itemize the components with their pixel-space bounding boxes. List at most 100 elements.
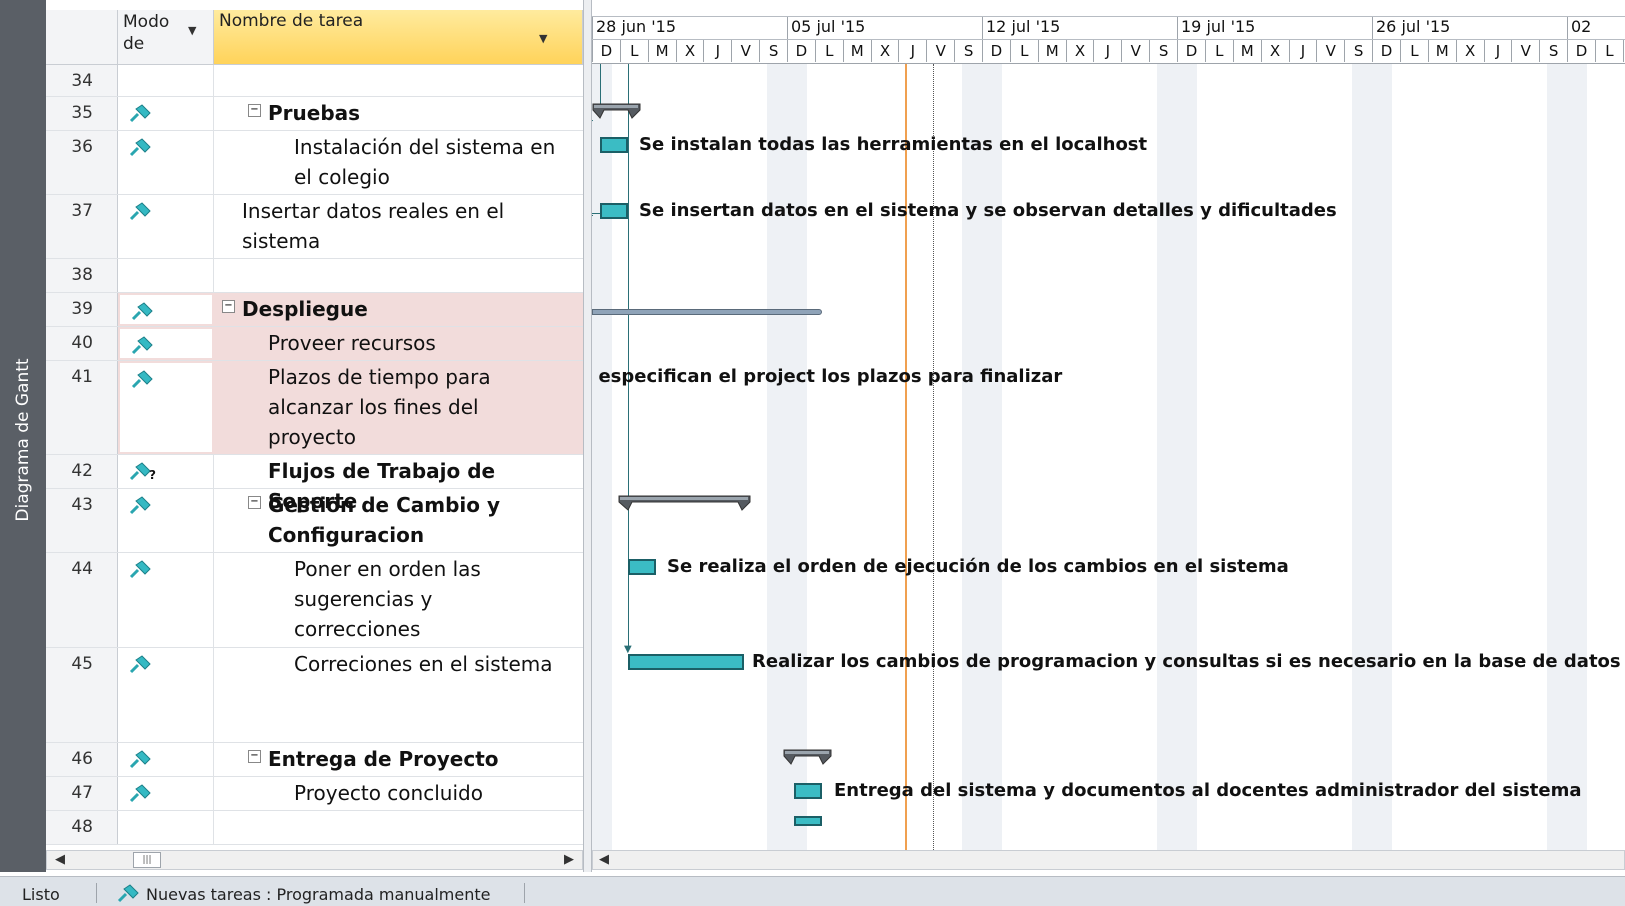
column-header-task-name[interactable]: Nombre de tarea ▼ xyxy=(214,10,583,65)
task-name-cell[interactable]: Flujos de Trabajo de Soporte xyxy=(214,455,583,513)
task-name: Plazos de tiempo para alcanzar los fines… xyxy=(268,365,491,449)
task-mode-cell[interactable] xyxy=(118,65,214,96)
day-label: L xyxy=(1009,40,1038,62)
select-all-header[interactable] xyxy=(46,10,118,65)
task-name-cell[interactable]: − Pruebas xyxy=(214,97,583,130)
task-name: Gestion de Cambio y Configuracion xyxy=(268,493,501,547)
table-row[interactable]: 39 − Despliegue xyxy=(46,293,583,327)
task-bar[interactable] xyxy=(794,816,822,826)
bar-label: Se insertan datos en el sistema y se obs… xyxy=(639,200,1337,221)
scroll-left-icon[interactable]: ◀ xyxy=(55,852,65,867)
new-tasks-mode[interactable]: Nuevas tareas : Programada manualmente xyxy=(146,885,490,904)
task-name-cell[interactable]: Correciones en el sistema xyxy=(214,648,583,742)
chevron-down-icon[interactable]: ▼ xyxy=(188,24,196,37)
task-name-cell[interactable]: − Despliegue xyxy=(214,293,583,326)
task-name-cell[interactable] xyxy=(214,259,583,292)
question-mark-icon: ? xyxy=(149,468,156,482)
task-mode-cell[interactable] xyxy=(118,743,214,776)
day-label: V xyxy=(1316,40,1344,62)
collapse-icon[interactable]: − xyxy=(222,300,235,313)
task-mode-cell[interactable] xyxy=(118,361,214,454)
scroll-thumb[interactable]: ||| xyxy=(133,852,161,868)
task-bar[interactable] xyxy=(628,654,744,670)
task-name: Despliegue xyxy=(242,297,368,321)
weekend-shade xyxy=(767,64,807,852)
weekend-shade xyxy=(592,64,612,852)
table-row[interactable]: 45 Correciones en el sistema xyxy=(46,648,583,743)
task-name: Insertar datos reales en el sistema xyxy=(242,199,505,253)
table-row[interactable]: 42 ? Flujos de Trabajo de Soporte xyxy=(46,455,583,513)
chevron-down-icon[interactable]: ▼ xyxy=(539,32,547,45)
row-id: 48 xyxy=(46,811,118,844)
table-row[interactable]: 48 xyxy=(46,811,583,845)
scroll-left-icon[interactable]: ◀ xyxy=(599,852,609,867)
day-label: S xyxy=(1149,40,1177,62)
pin-icon xyxy=(129,496,151,515)
task-mode-cell[interactable] xyxy=(118,131,214,194)
pin-icon xyxy=(129,104,151,123)
task-bar[interactable] xyxy=(628,559,656,575)
row-id: 47 xyxy=(46,777,118,810)
table-row[interactable]: 43 − Gestion de Cambio y Configuracion xyxy=(46,489,583,553)
task-mode-cell[interactable]: ? xyxy=(118,455,214,488)
view-label: Diagrama de Gantt xyxy=(13,358,33,522)
day-label: S xyxy=(1344,40,1372,62)
task-name-cell[interactable]: Plazos de tiempo para alcanzar los fines… xyxy=(214,361,583,454)
task-name-cell[interactable]: Insertar datos reales en el sistema xyxy=(214,195,583,258)
chart-horizontal-scrollbar[interactable]: ◀ xyxy=(592,850,1625,870)
pin-icon xyxy=(131,336,153,355)
scroll-right-icon[interactable]: ▶ xyxy=(564,852,574,867)
day-label: V xyxy=(926,40,954,62)
status-separator xyxy=(96,883,97,903)
table-row[interactable]: 38 xyxy=(46,259,583,293)
table-row[interactable]: 41 Plazos de tiempo para alcanzar los fi… xyxy=(46,361,583,455)
task-mode-cell[interactable] xyxy=(118,259,214,292)
task-name-cell[interactable]: Instalación del sistema en el colegio xyxy=(214,131,583,194)
day-label: L xyxy=(619,40,648,62)
table-row[interactable]: 40 Proveer recursos xyxy=(46,327,583,361)
column-header-mode[interactable]: Modo de ▼ xyxy=(118,10,214,65)
collapse-icon[interactable]: − xyxy=(248,496,261,509)
task-mode-cell[interactable] xyxy=(118,327,214,360)
pane-splitter[interactable] xyxy=(583,0,592,872)
task-bar[interactable] xyxy=(600,137,628,153)
pin-icon xyxy=(131,302,153,321)
grid-horizontal-scrollbar[interactable]: ◀ ||| ▶ xyxy=(46,850,583,870)
task-mode-cell[interactable] xyxy=(118,195,214,258)
row-id: 46 xyxy=(46,743,118,776)
row-id: 37 xyxy=(46,195,118,258)
table-row[interactable]: 46 − Entrega de Proyecto xyxy=(46,743,583,777)
column-header-mode-label: Modo de xyxy=(123,12,170,54)
task-mode-cell[interactable] xyxy=(118,811,214,844)
task-name-cell[interactable]: − Gestion de Cambio y Configuracion xyxy=(214,489,583,552)
week-label: 02 xyxy=(1567,17,1625,39)
summary-bar xyxy=(592,103,641,119)
table-row[interactable]: 35 − Pruebas xyxy=(46,97,583,131)
task-name-cell[interactable] xyxy=(214,65,583,96)
task-mode-cell[interactable] xyxy=(118,97,214,130)
task-name-cell[interactable]: − Entrega de Proyecto xyxy=(214,743,583,776)
task-name-cell[interactable]: Proyecto concluido xyxy=(214,777,583,810)
task-mode-cell[interactable] xyxy=(118,648,214,742)
task-name-cell[interactable]: Poner en orden las sugerencias y correcc… xyxy=(214,553,583,647)
task-mode-cell[interactable] xyxy=(118,293,214,326)
table-row[interactable]: 44 Poner en orden las sugerencias y corr… xyxy=(46,553,583,648)
table-row[interactable]: 37 Insertar datos reales en el sistema xyxy=(46,195,583,259)
task-mode-cell[interactable] xyxy=(118,489,214,552)
summary-bar xyxy=(592,309,822,315)
table-row[interactable]: 34 xyxy=(46,65,583,97)
task-mode-cell[interactable] xyxy=(118,553,214,647)
task-bar[interactable] xyxy=(600,203,628,219)
table-row[interactable]: 47 Proyecto concluido xyxy=(46,777,583,811)
collapse-icon[interactable]: − xyxy=(248,104,261,117)
table-row[interactable]: 36 Instalación del sistema en el colegio xyxy=(46,131,583,195)
day-label: J xyxy=(898,40,926,62)
task-name-cell[interactable]: Proveer recursos xyxy=(214,327,583,360)
day-label: V xyxy=(1121,40,1149,62)
task-mode-cell[interactable] xyxy=(118,777,214,810)
collapse-icon[interactable]: − xyxy=(248,750,261,763)
day-label: L xyxy=(1204,40,1233,62)
task-grid: Modo de ▼ Nombre de tarea ▼ 34 35 − Prue… xyxy=(46,0,583,852)
task-name-cell[interactable] xyxy=(214,811,583,844)
task-bar[interactable] xyxy=(794,783,822,799)
